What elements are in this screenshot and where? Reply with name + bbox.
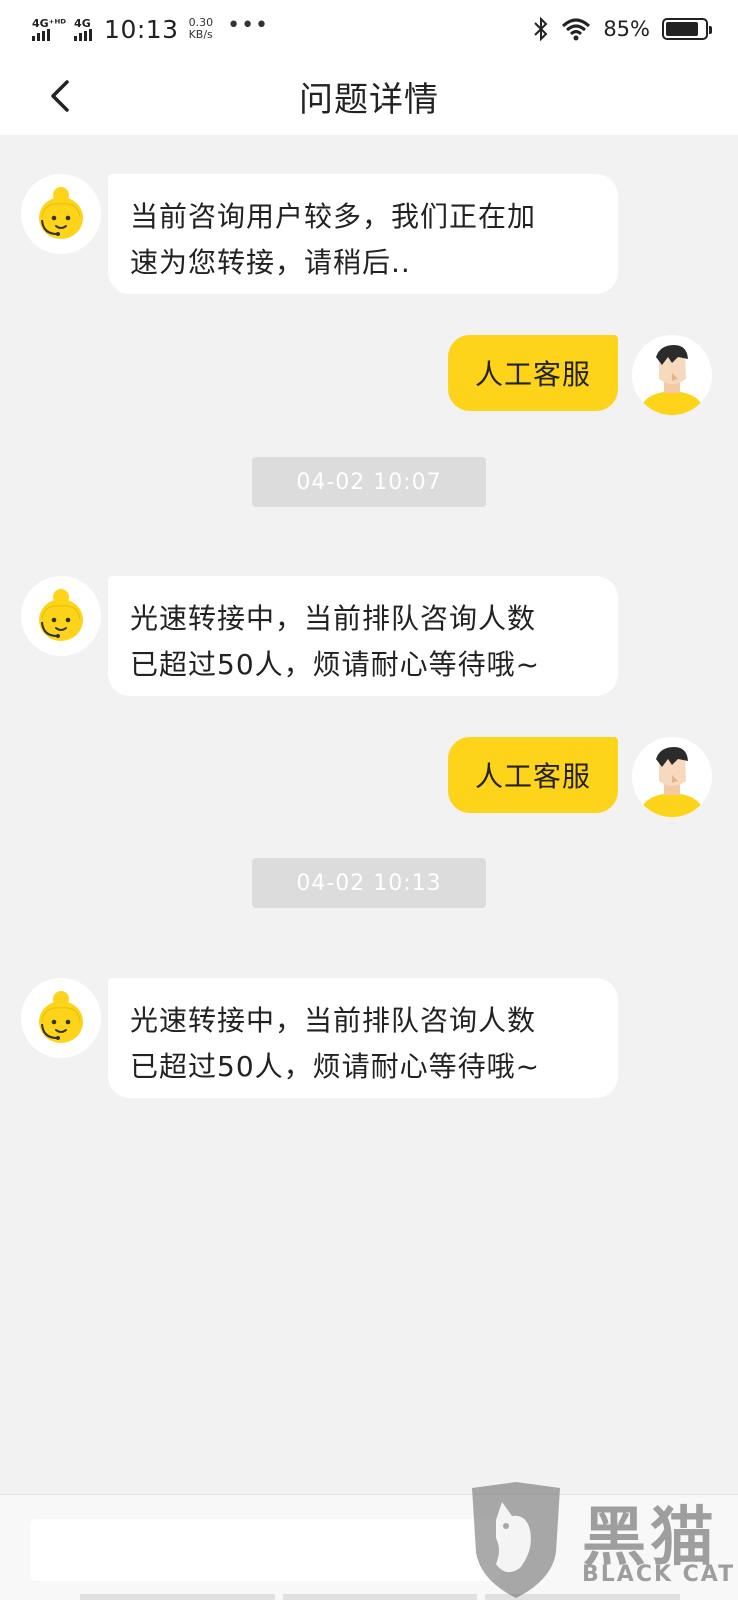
chevron-left-icon [51,80,69,112]
more-indicator-icon: ••• [227,12,270,38]
message-text-line: 当前咨询用户较多，我们正在加 [130,200,537,233]
signal-bars-icon [32,28,50,41]
agent-avatar[interactable] [21,978,101,1058]
network-speed: 0.30 KB/s [189,17,214,41]
timestamp-text: 04-02 10:07 [296,469,442,495]
status-left: 4G⁺ᴴᴰ 4G 10:13 0.30 KB/s ••• [32,12,270,44]
agent-avatar[interactable] [21,174,101,254]
nav-bar: 问题详情 [0,58,738,135]
watermark-subtext: BLACK CAT [582,1562,736,1587]
timestamp-divider: 04-02 10:07 [252,457,486,507]
customer-service-avatar-icon [39,589,83,641]
customer-service-avatar-icon [39,187,83,239]
user-message-bubble: 人工客服 [448,335,618,411]
message-text-line: 已超过50人，烦请耐心等待哦~ [130,648,541,681]
toolbar-tab[interactable] [80,1594,275,1600]
watermark-logo: 黑猫 BLACK CAT [466,1480,738,1600]
customer-service-avatar-icon [39,991,83,1043]
back-button[interactable] [40,76,80,116]
message-text: 人工客服 [474,358,591,391]
battery-icon [662,18,712,40]
wifi-icon [562,18,591,41]
battery-level [666,22,699,36]
signal-4g: 4G [74,16,93,41]
speed-unit: KB/s [188,28,213,41]
page-title: 问题详情 [299,80,439,120]
message-text-line: 已超过50人，烦请耐心等待哦~ [130,1050,541,1083]
message-input[interactable] [30,1519,500,1581]
black-cat-shield-icon [472,1482,560,1598]
message-text-line: 光速转接中，当前排队咨询人数 [130,1004,537,1037]
timestamp-text: 04-02 10:13 [296,870,442,896]
agent-message-bubble: 光速转接中，当前排队咨询人数 已超过50人，烦请耐心等待哦~ [108,978,618,1098]
status-time: 10:13 [104,14,179,44]
message-text-line: 光速转接中，当前排队咨询人数 [130,602,537,635]
toolbar-tab[interactable] [282,1594,478,1600]
user-avatar[interactable] [632,737,712,817]
status-right: 85% [533,16,712,42]
signal-label: 4G [74,16,91,30]
bluetooth-icon [534,16,548,42]
signal-bars-icon [74,28,93,41]
user-avatar-icon [640,345,704,415]
user-avatar-icon [640,747,704,817]
message-text: 人工客服 [474,760,591,793]
user-message-bubble: 人工客服 [448,737,618,813]
timestamp-divider: 04-02 10:13 [252,858,486,908]
agent-avatar[interactable] [21,576,101,656]
user-avatar[interactable] [632,335,712,415]
status-bar: 4G⁺ᴴᴰ 4G 10:13 0.30 KB/s ••• 85% [0,0,738,58]
signal-4g-hd: 4G⁺ᴴᴰ [32,18,66,41]
message-text-line: 速为您转接，请稍后.. [130,246,411,279]
agent-message-bubble: 当前咨询用户较多，我们正在加 速为您转接，请稍后.. [108,174,618,294]
agent-message-bubble: 光速转接中，当前排队咨询人数 已超过50人，烦请耐心等待哦~ [108,576,618,696]
battery-percent: 85% [603,17,650,41]
signal-label: 4G⁺ᴴᴰ [32,16,67,30]
